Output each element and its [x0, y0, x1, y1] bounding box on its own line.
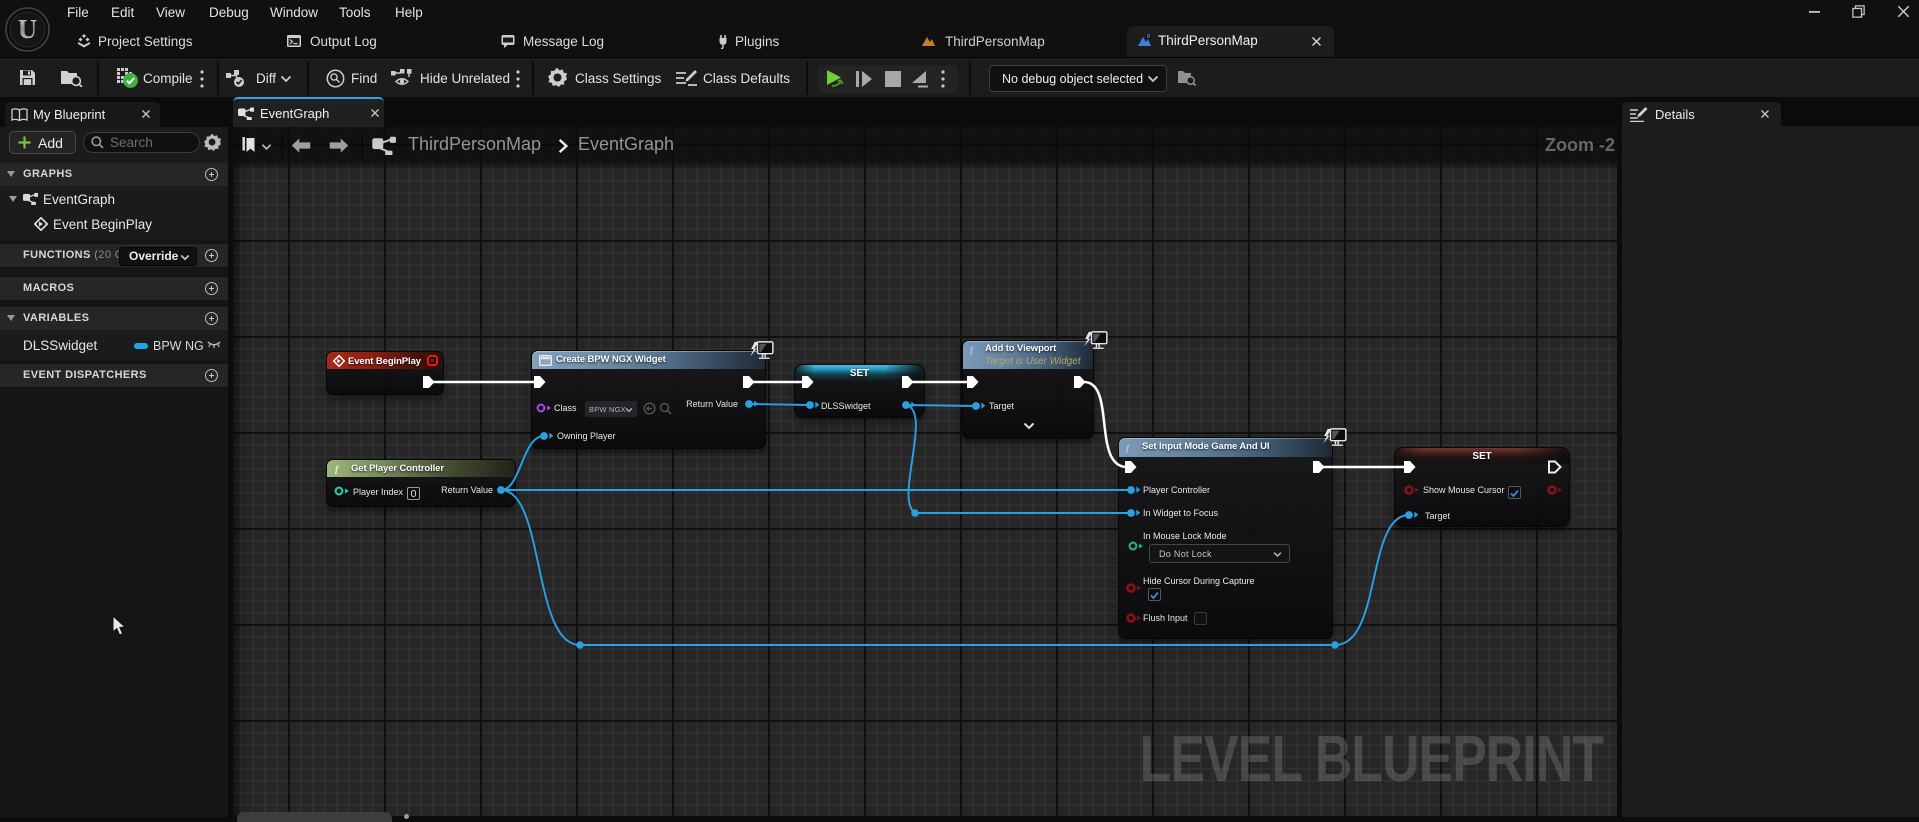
svg-text:f: f: [1126, 443, 1131, 453]
svg-text:U: U: [18, 14, 38, 44]
svg-text:f: f: [335, 464, 340, 474]
svg-text:f: f: [970, 346, 974, 355]
